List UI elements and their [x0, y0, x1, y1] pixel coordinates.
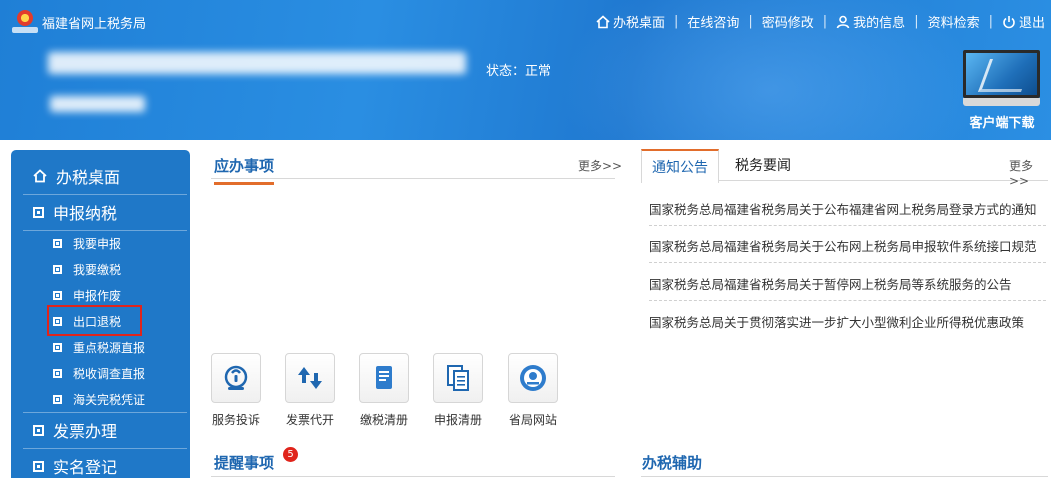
highlight-box	[47, 305, 142, 336]
nav-doc-search[interactable]: 资料检索	[928, 12, 980, 31]
sidebar-item-label: 发票办理	[53, 422, 118, 441]
reminder-panel-title: 提醒事项	[214, 452, 274, 478]
sidebar-item-invoice[interactable]: 发票办理	[11, 413, 190, 447]
square-bullet-icon	[33, 424, 44, 436]
sidebar-item-label: 实名登记	[53, 458, 118, 477]
tab-notices[interactable]: 通知公告	[641, 149, 719, 183]
document-icon	[376, 366, 392, 389]
home-icon	[33, 169, 47, 183]
reminder-count-badge: 5	[283, 447, 298, 462]
app-label: 服务投诉	[211, 413, 260, 427]
app-box	[433, 353, 483, 403]
top-nav: 办税桌面 | 在线咨询 | 密码修改 | 我的信息 | 资料检索 | 退出	[596, 12, 1045, 31]
nav-separator: |	[822, 14, 828, 29]
app-label: 申报清册	[433, 413, 482, 427]
sidebar-item-label: 税收调查直报	[73, 366, 146, 381]
assist-panel-title: 办税辅助	[642, 452, 702, 478]
app-label: 省局网站	[508, 413, 557, 427]
nav-desktop-label: 办税桌面	[612, 16, 665, 31]
sidebar-item-label: 申报纳税	[53, 204, 118, 223]
monitor-stand	[963, 98, 1040, 106]
sidebar-item-key-tax-source[interactable]: 重点税源直报	[11, 334, 190, 360]
sidebar-item-label: 申报作废	[73, 288, 122, 303]
notice-more-link[interactable]: 更多>>	[1009, 157, 1051, 188]
sidebar-item-pay-tax[interactable]: 我要缴税	[11, 256, 190, 282]
square-bullet-icon	[53, 394, 62, 404]
sidebar-item-desktop[interactable]: 办税桌面	[11, 159, 190, 193]
monitor-icon	[963, 50, 1040, 98]
tax-emblem-icon	[520, 365, 546, 391]
client-download-label: 客户端下载	[969, 116, 1035, 131]
nav-separator: |	[914, 14, 919, 29]
sidebar-item-customs-voucher[interactable]: 海关完税凭证	[11, 386, 190, 412]
app-box	[211, 353, 261, 403]
nav-separator: |	[748, 14, 753, 29]
square-bullet-icon	[53, 238, 62, 248]
square-bullet-icon	[33, 460, 44, 472]
nav-my-info[interactable]: 我的信息	[836, 12, 905, 31]
power-icon	[1003, 15, 1015, 28]
square-bullet-icon	[53, 290, 62, 300]
notice-divider	[649, 225, 1046, 226]
square-bullet-icon	[53, 264, 62, 274]
app-label: 缴税清册	[359, 413, 408, 427]
app-box	[285, 353, 335, 403]
home-icon	[596, 14, 610, 28]
nav-password-change[interactable]: 密码修改	[762, 12, 814, 31]
sidebar-item-real-name[interactable]: 实名登记	[11, 449, 190, 478]
sidebar-item-label: 我要申报	[73, 236, 122, 251]
todo-panel-title: 应办事项	[214, 155, 275, 185]
nav-logout-label: 退出	[1018, 16, 1045, 31]
sidebar-item-label: 海关完税凭证	[73, 392, 146, 407]
nav-separator: |	[673, 14, 679, 29]
nav-separator: |	[988, 14, 993, 29]
nav-online-consult[interactable]: 在线咨询	[687, 12, 739, 31]
app-invoice-issue[interactable]: 发票代开	[280, 353, 340, 428]
tab-tax-news[interactable]: 税务要闻	[735, 155, 791, 175]
redacted-company-name	[48, 52, 466, 74]
stacked-document-icon	[447, 365, 469, 391]
square-bullet-icon	[53, 342, 62, 352]
notice-divider	[649, 262, 1046, 263]
square-bullet-icon	[53, 368, 62, 378]
notice-item[interactable]: 国家税务总局福建省税务局关于公布福建省网上税务局登录方式的通知	[649, 199, 1046, 218]
site-title: 福建省网上税务局	[42, 17, 147, 32]
nav-logout[interactable]: 退出	[1002, 12, 1045, 31]
sidebar-item-label: 办税桌面	[56, 168, 121, 187]
nav-desktop[interactable]: 办税桌面	[596, 12, 665, 31]
app-box	[508, 353, 558, 403]
assist-panel-line	[641, 476, 1048, 477]
notice-item[interactable]: 国家税务总局福建省税务局关于暂停网上税务局等系统服务的公告	[649, 274, 1046, 293]
header-banner: 福建省网上税务局 办税桌面 | 在线咨询 | 密码修改 | 我的信息 | 资料检…	[0, 0, 1051, 140]
redacted-tax-id	[50, 96, 145, 112]
arrows-icon	[298, 367, 322, 389]
app-provincial-site[interactable]: 省局网站	[503, 353, 563, 428]
status-text: 状态：正常	[486, 64, 552, 79]
notice-item[interactable]: 国家税务总局关于贯彻落实进一步扩大小型微利企业所得税优惠政策	[649, 312, 1046, 331]
phone-service-icon	[224, 365, 248, 390]
app-box	[359, 353, 409, 403]
nav-my-info-label: 我的信息	[853, 16, 906, 31]
tax-logo-icon	[12, 8, 38, 36]
todo-more-link[interactable]: 更多>>	[578, 157, 622, 174]
sidebar-item-declare-pay[interactable]: 申报纳税	[11, 195, 190, 229]
sidebar-item-tax-survey[interactable]: 税收调查直报	[11, 360, 190, 386]
sidebar-item-label: 我要缴税	[73, 262, 122, 277]
notice-divider	[649, 300, 1046, 301]
user-icon	[836, 15, 850, 28]
sidebar-item-label: 重点税源直报	[73, 340, 146, 355]
app-tax-payment-list[interactable]: 缴税清册	[354, 353, 414, 428]
square-bullet-icon	[33, 206, 44, 218]
client-download[interactable]: 客户端下载	[960, 50, 1040, 131]
notice-item[interactable]: 国家税务总局福建省税务局关于公布网上税务局申报软件系统接口规范	[649, 236, 1046, 255]
sidebar-item-file-declaration[interactable]: 我要申报	[11, 230, 190, 256]
app-service-complaint[interactable]: 服务投诉	[206, 353, 266, 428]
app-declaration-list[interactable]: 申报清册	[428, 353, 488, 428]
app-label: 发票代开	[285, 413, 334, 427]
